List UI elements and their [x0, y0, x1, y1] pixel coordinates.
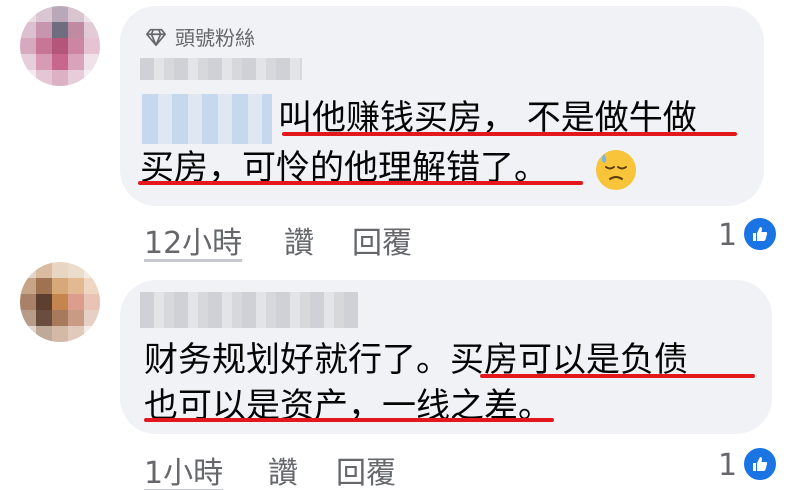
like-button[interactable]: 讚	[284, 218, 314, 262]
downcast-sweat-emoji	[596, 150, 636, 190]
redacted-author-name[interactable]	[140, 58, 302, 80]
redacted-mention[interactable]	[142, 94, 272, 144]
reply-button[interactable]: 回覆	[352, 218, 412, 262]
diamond-icon	[146, 28, 166, 46]
reply-button[interactable]: 回覆	[336, 448, 396, 490]
reaction-count[interactable]: 1	[718, 448, 737, 483]
redacted-author-name[interactable]	[140, 292, 358, 328]
badge-label: 頭號粉絲	[175, 26, 255, 50]
highlight-underline	[480, 374, 755, 378]
highlight-underline	[144, 418, 554, 422]
comment-timestamp[interactable]: 1小時	[144, 448, 223, 490]
like-button[interactable]: 讚	[268, 448, 298, 490]
avatar[interactable]	[20, 262, 100, 342]
highlight-underline	[138, 181, 583, 185]
highlight-underline	[282, 132, 737, 136]
like-icon[interactable]	[742, 216, 778, 252]
like-icon[interactable]	[742, 446, 778, 482]
comment-timestamp[interactable]: 12小時	[144, 218, 242, 262]
reaction-count[interactable]: 1	[718, 218, 737, 253]
avatar[interactable]	[20, 6, 100, 86]
top-fan-badge: 頭號粉絲	[145, 22, 255, 51]
